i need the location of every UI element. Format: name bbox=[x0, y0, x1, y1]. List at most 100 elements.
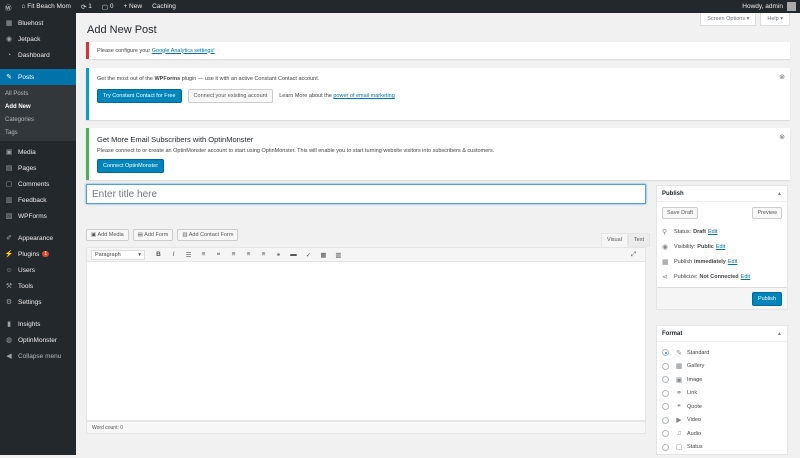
submenu-add-new[interactable]: Add New bbox=[0, 100, 76, 113]
screen-options-button[interactable]: Screen Options ▾ bbox=[700, 13, 757, 26]
radio-button[interactable] bbox=[662, 416, 669, 424]
sidebar-item-comments[interactable]: ▢ Comments bbox=[0, 176, 76, 192]
radio-button[interactable] bbox=[662, 443, 669, 451]
sidebar-item-feedback[interactable]: ▥ Feedback bbox=[0, 192, 76, 208]
numbered-list-icon[interactable]: ≡ bbox=[196, 251, 211, 258]
help-button[interactable]: Help ▾ bbox=[760, 13, 790, 26]
sidebar-item-label: Settings bbox=[18, 298, 42, 306]
tab-text[interactable]: Text bbox=[627, 233, 650, 247]
publish-button[interactable]: Publish bbox=[751, 291, 782, 306]
format-option-gallery[interactable]: ▦ Gallery bbox=[662, 360, 782, 374]
sidebar-item-users[interactable]: ☺ Users bbox=[0, 262, 76, 278]
edit-publicize-link[interactable]: Edit bbox=[741, 274, 750, 280]
read-more-icon[interactable]: ▬ bbox=[286, 251, 301, 258]
blockquote-icon[interactable]: ❝ bbox=[211, 251, 226, 259]
sidebar-item-settings[interactable]: ⚙ Settings bbox=[0, 294, 76, 310]
visibility-label: Visibility: bbox=[674, 243, 696, 250]
radio-button[interactable] bbox=[662, 389, 669, 397]
try-constant-contact-button[interactable]: Try Constant Contact for Free bbox=[97, 89, 182, 103]
sidebar-item-jetpack[interactable]: ◉ Jetpack bbox=[0, 31, 76, 47]
publicize-label: Publicize: bbox=[674, 273, 698, 280]
format-option-image[interactable]: ▣ Image bbox=[662, 373, 782, 387]
sidebar-item-plugins[interactable]: ⚡ Plugins 1 bbox=[0, 246, 76, 262]
submenu-categories[interactable]: Categories bbox=[0, 113, 76, 126]
collapse-arrow-icon[interactable]: ▲ bbox=[777, 191, 782, 197]
radio-button[interactable] bbox=[662, 362, 669, 370]
radio-button[interactable] bbox=[662, 430, 669, 438]
radio-button[interactable] bbox=[662, 376, 669, 384]
sidebar-item-appearance[interactable]: ✐ Appearance bbox=[0, 230, 76, 246]
spellcheck-icon[interactable]: ✓ bbox=[301, 251, 316, 259]
wpforms-text-post: plugin — use it with an active Constant … bbox=[181, 76, 320, 82]
wpforms-notice: ⊗ Get the most out of the WPForms plugin… bbox=[86, 68, 790, 120]
sidebar-item-optinmonster[interactable]: ◍ OptinMonster bbox=[0, 332, 76, 348]
connect-optinmonster-button[interactable]: Connect OptinMonster bbox=[97, 159, 165, 173]
align-right-icon[interactable]: ≡ bbox=[256, 251, 271, 258]
collapse-arrow-icon[interactable]: ▲ bbox=[777, 331, 782, 337]
edit-status-link[interactable]: Edit bbox=[708, 229, 717, 235]
add-contact-form-button[interactable]: ▥ Add Contact Form bbox=[177, 229, 239, 241]
page-title: Add New Post bbox=[87, 24, 157, 36]
sidebar-item-pages[interactable]: ▤ Pages bbox=[0, 160, 76, 176]
radio-button[interactable] bbox=[662, 403, 669, 411]
format-option-audio[interactable]: ♫ Audio bbox=[662, 427, 782, 441]
preview-button[interactable]: Preview bbox=[752, 207, 782, 219]
admin-sidebar: ▦ Bluehost ◉ Jetpack ◔ Dashboard ✎ Posts All… bbox=[0, 13, 76, 455]
format-select[interactable]: Paragraph ▾ bbox=[91, 249, 145, 260]
ga-settings-link[interactable]: Google Analytics settings! bbox=[152, 48, 215, 54]
avatar[interactable] bbox=[787, 2, 796, 11]
dismiss-icon[interactable]: ⊗ bbox=[779, 133, 785, 141]
sidebar-item-wpforms[interactable]: ▧ WPForms bbox=[0, 208, 76, 224]
sidebar-item-label: Plugins bbox=[18, 250, 40, 258]
align-left-icon[interactable]: ≡ bbox=[226, 251, 241, 258]
bullet-list-icon[interactable]: ☰ bbox=[181, 251, 196, 259]
publish-box: Publish ▲ Save Draft Preview ⚲ Status: Draf… bbox=[656, 185, 788, 310]
howdy-link[interactable]: Howdy, admin bbox=[742, 3, 783, 10]
wordpress-icon[interactable]: Ⓦ bbox=[0, 0, 17, 13]
format-option-standard[interactable]: ✎ Standard bbox=[662, 346, 782, 360]
learn-more-text: Learn More about the bbox=[279, 93, 332, 99]
format-option-link[interactable]: ⚭ Link bbox=[662, 387, 782, 401]
edit-visibility-link[interactable]: Edit bbox=[716, 244, 725, 250]
format-option-status[interactable]: ▢ Status bbox=[662, 441, 782, 455]
add-media-button[interactable]: ▣ Add Media bbox=[86, 229, 129, 241]
tab-visual[interactable]: Visual bbox=[601, 233, 628, 247]
sidebar-item-label: WPForms bbox=[18, 212, 47, 220]
new-content-link[interactable]: + New bbox=[118, 0, 147, 13]
save-draft-button[interactable]: Save Draft bbox=[662, 207, 698, 219]
format-option-video[interactable]: ▶ Video bbox=[662, 414, 782, 428]
italic-icon[interactable]: I bbox=[166, 251, 181, 258]
edit-publish-time-link[interactable]: Edit bbox=[728, 259, 737, 265]
submenu-tags[interactable]: Tags bbox=[0, 126, 76, 139]
caching-link[interactable]: Caching bbox=[147, 0, 181, 13]
updates-link[interactable]: ⟳ 1 bbox=[76, 0, 97, 13]
sidebar-item-posts[interactable]: ✎ Posts bbox=[0, 69, 76, 85]
dismiss-icon[interactable]: ⊗ bbox=[779, 73, 785, 81]
site-name-link[interactable]: ⌂ Fit Beach Mom bbox=[17, 0, 76, 13]
sidebar-item-collapse[interactable]: ◀ Collapse menu bbox=[0, 348, 76, 364]
link-icon[interactable]: ⚭ bbox=[271, 251, 286, 259]
format-box-header[interactable]: Format ▲ bbox=[657, 326, 787, 342]
fullscreen-icon[interactable]: ⤢ bbox=[626, 251, 641, 259]
email-marketing-link[interactable]: power of email marketing bbox=[333, 93, 394, 99]
format-option-quote[interactable]: ❝ Quote bbox=[662, 400, 782, 414]
bold-icon[interactable]: B bbox=[151, 251, 166, 258]
toolbar-toggle-icon[interactable]: ▦ bbox=[316, 251, 331, 259]
submenu-all-posts[interactable]: All Posts bbox=[0, 87, 76, 100]
title-placeholder: Enter title here bbox=[92, 188, 158, 200]
connect-existing-account-button[interactable]: Connect your existing account bbox=[187, 89, 274, 103]
post-title-input[interactable]: Enter title here bbox=[86, 184, 646, 204]
sidebar-item-insights[interactable]: ▮ Insights bbox=[0, 316, 76, 332]
add-form-button[interactable]: ▤ Add Form bbox=[132, 229, 174, 241]
sidebar-item-bluehost[interactable]: ▦ Bluehost bbox=[0, 15, 76, 31]
align-center-icon[interactable]: ≡ bbox=[241, 251, 256, 258]
publish-box-header[interactable]: Publish ▲ bbox=[657, 186, 787, 202]
sidebar-item-tools[interactable]: ⚒ Tools bbox=[0, 278, 76, 294]
comments-link[interactable]: ▢ 0 bbox=[97, 0, 119, 13]
radio-button[interactable] bbox=[662, 349, 669, 357]
post-content-editor[interactable] bbox=[86, 262, 646, 421]
contact-form-icon[interactable]: ▥ bbox=[331, 251, 346, 259]
sidebar-item-media[interactable]: ▣ Media bbox=[0, 144, 76, 160]
sidebar-item-label: Appearance bbox=[18, 234, 54, 242]
sidebar-item-dashboard[interactable]: ◔ Dashboard bbox=[0, 47, 76, 63]
